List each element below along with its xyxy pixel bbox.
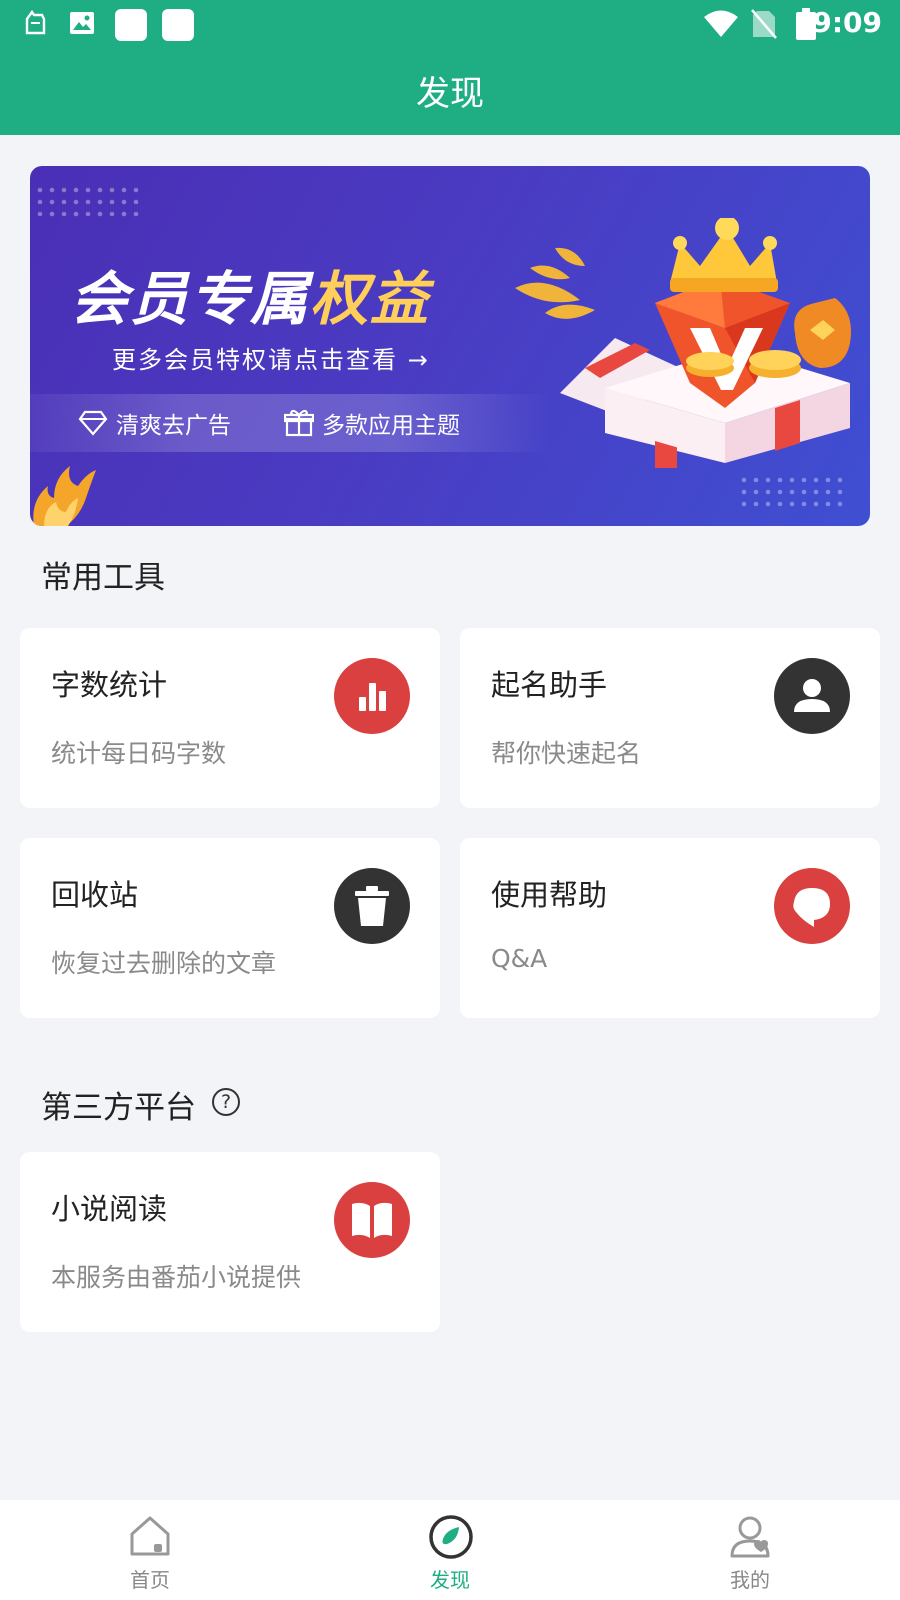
nav-label: 首页 (130, 1568, 170, 1592)
app-square-icon (161, 9, 195, 47)
compass-icon (428, 1514, 474, 1564)
nav-item-profile[interactable]: 我的 (650, 1500, 850, 1600)
card-subtitle: 本服务由番茄小说提供 (51, 1263, 302, 1292)
decor-dots (37, 187, 139, 217)
card-title: 小说阅读 (51, 1192, 168, 1226)
trash-icon (334, 868, 410, 944)
nav-item-home[interactable]: 首页 (50, 1500, 250, 1600)
chat-bubble-icon (774, 868, 850, 944)
app-header: 9:09 发现 (0, 0, 900, 135)
status-bar: 9:09 (0, 0, 900, 50)
nav-label: 我的 (730, 1568, 770, 1592)
nav-item-discover[interactable]: 发现 (350, 1500, 550, 1600)
gift-crown-illustration (515, 218, 851, 468)
nav-label: 发现 (430, 1568, 470, 1592)
feature-label: 多款应用主题 (322, 413, 460, 439)
section-title-common-tools: 常用工具 (41, 560, 165, 596)
section-title-third-party: 第三方平台 (41, 1082, 196, 1127)
flame-decoration (33, 466, 96, 526)
person-icon (774, 658, 850, 734)
image-icon (68, 9, 96, 41)
card-title: 回收站 (51, 878, 139, 912)
decor-dots (741, 477, 843, 507)
tool-card-help[interactable]: 使用帮助 Q&A (460, 838, 880, 1018)
gift-icon (284, 409, 314, 437)
tool-card-recycle-bin[interactable]: 回收站 恢复过去删除的文章 (20, 838, 440, 1018)
book-icon (334, 1182, 410, 1258)
card-subtitle: 恢复过去删除的文章 (51, 949, 277, 978)
bar-chart-icon (334, 658, 410, 734)
page-title: 发现 (416, 74, 484, 114)
tool-card-naming-assistant[interactable]: 起名助手 帮你快速起名 (460, 628, 880, 808)
vip-banner[interactable]: 会员专属权益 更多会员特权请点击查看 → 清爽去广告 多款应用主题 (30, 166, 870, 526)
platform-card-novel-reading[interactable]: 小说阅读 本服务由番茄小说提供 (20, 1152, 440, 1332)
card-subtitle: 统计每日码字数 (51, 739, 227, 768)
card-subtitle: 帮你快速起名 (491, 739, 642, 768)
profile-icon (728, 1514, 774, 1564)
banner-feature-no-ads: 清爽去广告 (78, 406, 231, 440)
status-time: 9:09 (812, 6, 882, 39)
feature-label: 清爽去广告 (116, 413, 231, 439)
banner-subtitle: 更多会员特权请点击查看 → (112, 346, 430, 374)
card-title: 字数统计 (51, 668, 168, 702)
card-title: 使用帮助 (491, 878, 608, 912)
card-subtitle: Q&A (491, 944, 548, 973)
banner-title-highlight: 权益 (310, 265, 431, 333)
app-square-icon (114, 9, 148, 47)
banner-feature-themes: 多款应用主题 (284, 406, 460, 440)
card-title: 起名助手 (491, 668, 608, 702)
question-help-icon[interactable]: ? (212, 1088, 240, 1116)
notification-icon (22, 9, 48, 41)
section-title-text: 第三方平台 (41, 1090, 196, 1126)
bottom-navigation: 首页 发现 我的 (0, 1500, 900, 1600)
home-icon (128, 1514, 172, 1562)
banner-title-main: 会员专属 (70, 265, 311, 333)
tool-card-word-count[interactable]: 字数统计 统计每日码字数 (20, 628, 440, 808)
banner-title: 会员专属权益 (70, 252, 430, 336)
wifi-icon (703, 10, 739, 42)
no-sim-icon (751, 9, 777, 43)
diamond-icon (78, 410, 108, 436)
